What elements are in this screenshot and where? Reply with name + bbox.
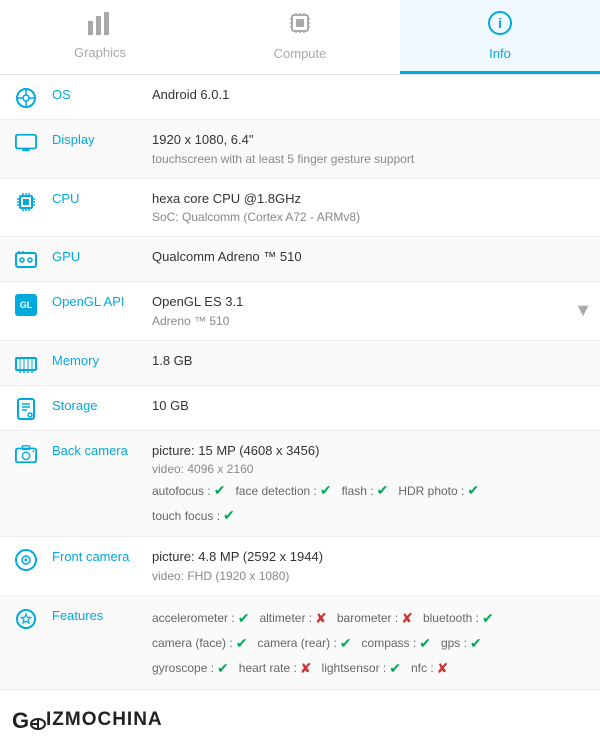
row-frontcam: Front camera picture: 4.8 MP (2592 x 194… [0,537,600,596]
os-label: OS [52,85,152,102]
check-item: nfc : ✘ [411,658,448,679]
check-yes-icon: ✔ [419,633,431,654]
check-item: flash : ✔ [342,480,389,501]
brand-logo-icon: G [12,706,46,734]
info-table: OS Android 6.0.1 Display 1920 x 1080, 6.… [0,75,600,690]
features-value: accelerometer : ✔ altimeter : ✘ barometer … [152,606,592,679]
storage-value: 10 GB [152,396,592,416]
check-yes-icon: ✔ [236,633,248,654]
check-item: accelerometer : ✔ [152,608,249,629]
row-opengl: GL OpenGL API OpenGL ES 3.1 Adreno ™ 510… [0,282,600,341]
check-item: HDR photo : ✔ [398,480,479,501]
gpu-label: GPU [52,247,152,264]
tab-bar: Graphics Compute [0,0,600,75]
os-icon [8,87,44,109]
features-icon [8,608,44,630]
check-yes-icon: ✔ [482,608,494,629]
check-yes-icon: ✔ [238,608,250,629]
tab-info-label: Info [489,46,511,61]
display-value: 1920 x 1080, 6.4" touchscreen with at le… [152,130,592,168]
check-no-icon: ✘ [437,658,449,679]
row-gpu: GPU Qualcomm Adreno ™ 510 [0,237,600,282]
row-features: Features accelerometer : ✔ altimeter : ✘ b… [0,596,600,690]
memory-label: Memory [52,351,152,368]
check-item: compass : ✔ [362,633,431,654]
brand-name: IZMOCHINA [46,709,163,731]
check-item: heart rate : ✘ [239,658,312,679]
row-storage: Storage 10 GB [0,386,600,431]
check-yes-icon: ✔ [320,480,332,501]
opengl-value: OpenGL ES 3.1 Adreno ™ 510 [152,292,574,330]
check-item: face detection : ✔ [235,480,331,501]
opengl-icon: GL [8,294,44,316]
check-no-icon: ✘ [300,658,312,679]
check-yes-icon: ✔ [223,505,235,526]
cpu-icon [8,191,44,213]
row-cpu: CPU hexa core CPU @1.8GHz SoC: Qualcomm … [0,179,600,238]
row-display: Display 1920 x 1080, 6.4" touchscreen wi… [0,120,600,179]
check-yes-icon: ✔ [389,658,401,679]
tab-graphics-label: Graphics [74,45,126,60]
backcam-value: picture: 15 MP (4608 x 3456) video: 4096… [152,441,592,527]
check-item: autofocus : ✔ [152,480,225,501]
check-item: gps : ✔ [441,633,482,654]
tab-info[interactable]: i Info [400,0,600,74]
check-no-icon: ✘ [401,608,413,629]
check-yes-icon: ✔ [467,480,479,501]
compute-icon [287,10,313,42]
row-os: OS Android 6.0.1 [0,75,600,120]
frontcam-label: Front camera [52,547,152,564]
storage-label: Storage [52,396,152,413]
check-item: altimeter : ✘ [259,608,326,629]
cpu-value: hexa core CPU @1.8GHz SoC: Qualcomm (Cor… [152,189,592,227]
check-item: barometer : ✘ [337,608,413,629]
check-yes-icon: ✔ [217,658,229,679]
memory-value: 1.8 GB [152,351,592,371]
check-yes-icon: ✔ [470,633,482,654]
frontcam-value: picture: 4.8 MP (2592 x 1944) video: FHD… [152,547,592,585]
bar-chart-icon [86,11,114,41]
opengl-label: OpenGL API [52,292,152,309]
check-item: camera (rear) : ✔ [257,633,351,654]
storage-icon [8,398,44,420]
check-yes-icon: ✔ [340,633,352,654]
row-backcam: Back camera picture: 15 MP (4608 x 3456)… [0,431,600,538]
gpu-icon [8,249,44,271]
memory-icon [8,353,44,375]
check-item: camera (face) : ✔ [152,633,247,654]
tab-graphics[interactable]: Graphics [0,0,200,74]
check-item: bluetooth : ✔ [423,608,494,629]
frontcam-icon [8,549,44,571]
backcam-icon [8,443,44,465]
check-yes-icon: ✔ [214,480,226,501]
brand-logo: G IZMOCHINA [12,706,163,734]
check-no-icon: ✘ [315,608,327,629]
svg-text:i: i [498,15,502,31]
tab-compute[interactable]: Compute [200,0,400,74]
tab-compute-label: Compute [274,46,327,61]
check-item: gyroscope : ✔ [152,658,229,679]
row-memory: Memory 1.8 GB [0,341,600,386]
features-label: Features [52,606,152,623]
brand-row: G IZMOCHINA [0,690,600,742]
cpu-label: CPU [52,189,152,206]
os-value: Android 6.0.1 [152,85,592,105]
svg-text:G: G [12,708,29,733]
opengl-expand-button[interactable]: ▼ [574,300,592,321]
display-label: Display [52,130,152,147]
info-icon: i [487,10,513,42]
check-item: lightsensor : ✔ [322,658,401,679]
backcam-label: Back camera [52,441,152,458]
gpu-value: Qualcomm Adreno ™ 510 [152,247,592,267]
check-yes-icon: ✔ [377,480,389,501]
display-icon [8,132,44,154]
check-item: touch focus : ✔ [152,505,235,526]
